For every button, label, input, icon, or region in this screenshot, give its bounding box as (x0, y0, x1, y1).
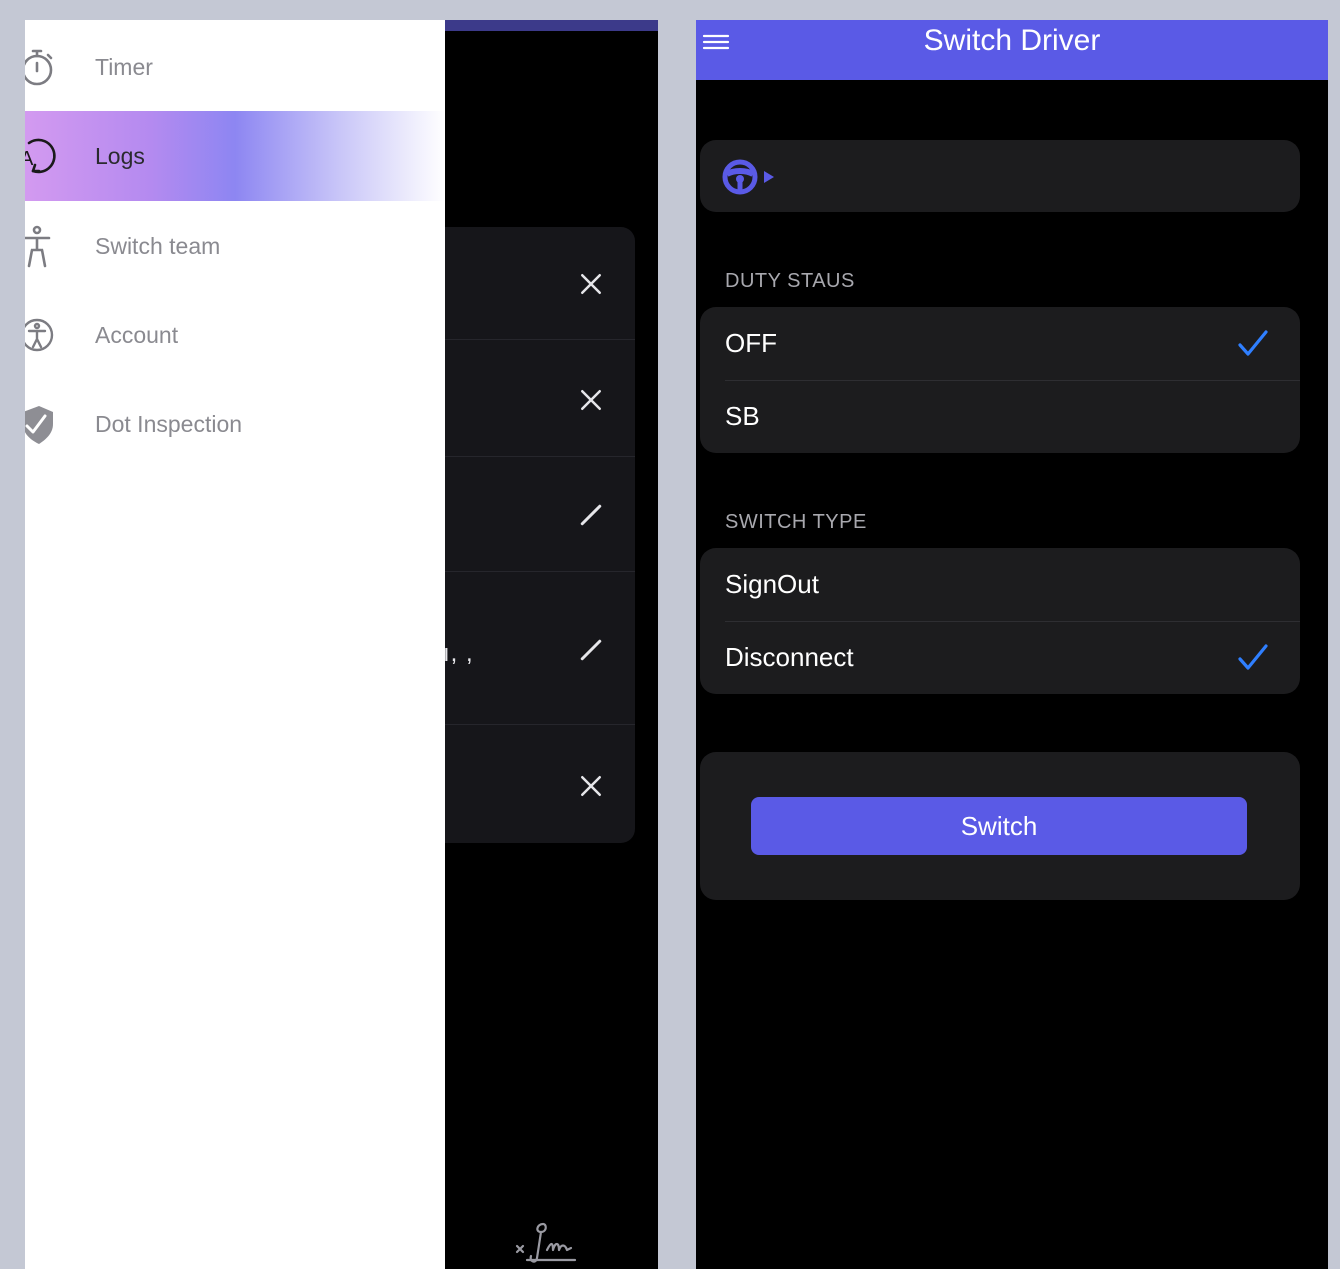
drawer-item-timer[interactable]: Timer (25, 22, 445, 112)
close-icon[interactable] (573, 382, 609, 418)
duty-option-off[interactable]: OFF (700, 307, 1300, 380)
drawer-item-label: Logs (95, 142, 145, 169)
close-icon[interactable] (573, 768, 609, 804)
navigation-bar: Switch Driver (696, 20, 1328, 80)
option-label: SB (725, 401, 760, 431)
checkmark-icon (1236, 641, 1270, 675)
duty-status-label: DUTY STAUS (725, 270, 855, 292)
checkmark-icon (1236, 327, 1270, 361)
close-icon[interactable] (573, 266, 609, 302)
switch-option-signout[interactable]: SignOut (700, 548, 1300, 621)
switch-button[interactable]: Switch (751, 797, 1247, 855)
drawer-item-logs[interactable]: A Logs (25, 111, 445, 201)
signature-icon[interactable] (513, 1216, 583, 1266)
page-title: Switch Driver (923, 24, 1101, 57)
partial-log-text: ı, , (443, 640, 474, 667)
navigation-drawer: Timer A Logs Switch team Account Dot Ins… (25, 20, 445, 1269)
steering-wheel-icon[interactable] (722, 158, 782, 196)
duty-status-group: OFF SB (700, 307, 1300, 453)
accessibility-icon (25, 313, 59, 357)
drawer-item-label: Dot Inspection (95, 410, 243, 437)
option-label: OFF (725, 328, 777, 358)
drawer-item-label: Switch team (95, 232, 221, 259)
edit-icon[interactable] (573, 632, 609, 668)
option-label: SignOut (725, 569, 819, 599)
switch-type-group: SignOut Disconnect (700, 548, 1300, 694)
drawer-item-switch-team[interactable]: Switch team (25, 201, 445, 291)
drawer-item-label: Account (95, 321, 179, 348)
shield-check-icon (25, 402, 59, 446)
driver-selector[interactable] (700, 140, 1300, 212)
switch-team-icon (25, 224, 59, 268)
header-strip (445, 20, 658, 31)
drawer-item-label: Timer (95, 53, 153, 80)
edit-icon[interactable] (573, 497, 609, 533)
option-label: Disconnect (725, 642, 854, 672)
switch-action-card: Switch (700, 752, 1300, 900)
drawer-item-dot-inspection[interactable]: Dot Inspection (25, 379, 445, 469)
svg-text:A: A (25, 148, 34, 170)
logs-icon: A (25, 134, 59, 178)
left-screen: ı, , Timer A Logs Switch team Account Do… (25, 20, 658, 1269)
drawer-item-account[interactable]: Account (25, 290, 445, 380)
switch-type-label: SWITCH TYPE (725, 511, 867, 533)
duty-option-sb[interactable]: SB (700, 380, 1300, 453)
switch-driver-screen: Switch Driver DUTY STAUS OFF SB SWITCH T… (696, 20, 1328, 1269)
timer-icon (25, 45, 59, 89)
switch-option-disconnect[interactable]: Disconnect (700, 621, 1300, 694)
